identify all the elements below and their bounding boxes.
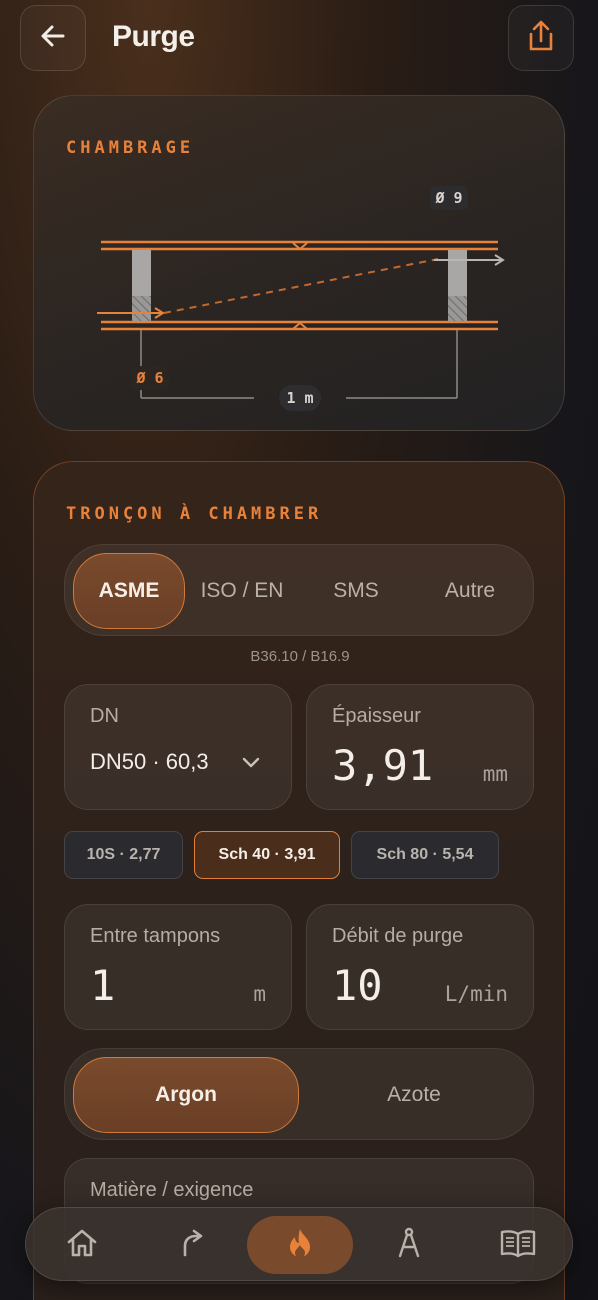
thickness-value: 3,91 [332,741,434,790]
standard-selector: ASME ISO / EN SMS Autre [64,544,534,636]
between-plugs-unit: m [253,982,266,1006]
purge-rate-field[interactable]: Débit de purge 10 L/min [306,904,534,1030]
dn-label: DN [90,705,119,727]
bend-arrow-icon [176,1227,206,1264]
share-button[interactable] [508,5,574,71]
gas-option-azote[interactable]: Azote [301,1057,527,1133]
standard-option-iso-en[interactable]: ISO / EN [187,553,297,629]
compass-icon [395,1226,423,1265]
dn-value: DN50 · 60,3 [90,749,209,774]
length-label: 1 m [279,385,321,411]
gas-selector: Argon Azote [64,1048,534,1140]
back-button[interactable] [20,5,86,71]
nav-home[interactable] [29,1216,135,1274]
nav-bend[interactable] [138,1216,244,1274]
chambrage-diagram-card: CHAMBRAGE Ø 9 Ø 6 1 m [33,95,565,431]
flame-icon [285,1226,315,1265]
dn-select[interactable]: DN DN50 · 60,3 [64,684,292,810]
standard-note: B36.10 / B16.9 [250,648,350,665]
purge-diagram [97,240,505,399]
section-title: TRONÇON À CHAMBRER [66,504,323,524]
section-card: TRONÇON À CHAMBRER ASME ISO / EN SMS Aut… [33,461,565,1300]
share-icon [526,19,556,58]
purge-rate-unit: L/min [444,982,508,1006]
thickness-field[interactable]: Épaisseur 3,91 mm [306,684,534,810]
book-icon [499,1228,537,1263]
schedule-chip-sch40[interactable]: Sch 40 · 3,91 [194,831,340,879]
material-label: Matière / exigence [90,1179,254,1201]
schedule-chip-sch80[interactable]: Sch 80 · 5,54 [351,831,499,879]
outlet-diameter-label: Ø 9 [430,186,468,210]
arrow-left-icon [38,21,68,56]
between-plugs-label: Entre tampons [90,925,221,947]
thickness-unit: mm [482,762,508,786]
page-title: Purge [112,20,195,53]
nav-guide[interactable] [465,1216,571,1274]
nav-tools[interactable] [356,1216,462,1274]
purge-rate-value: 10 [332,961,383,1010]
standard-option-autre[interactable]: Autre [415,553,525,629]
nav-purge[interactable] [247,1216,353,1274]
standard-option-asme[interactable]: ASME [73,553,185,629]
gas-option-argon[interactable]: Argon [73,1057,299,1133]
bottom-nav [25,1207,573,1281]
between-plugs-value: 1 [90,961,116,1010]
between-plugs-field[interactable]: Entre tampons 1 m [64,904,292,1030]
thickness-label: Épaisseur [332,705,421,727]
standard-option-sms[interactable]: SMS [301,553,411,629]
chevron-down-icon [241,755,261,776]
purge-rate-label: Débit de purge [332,925,464,947]
inlet-diameter-label: Ø 6 [131,366,169,390]
home-icon [65,1227,99,1264]
schedule-chip-10s[interactable]: 10S · 2,77 [64,831,183,879]
